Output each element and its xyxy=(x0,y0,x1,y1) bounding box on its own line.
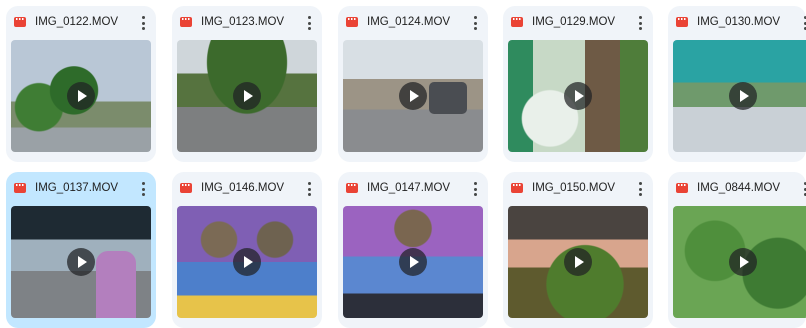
file-card[interactable]: IMG_0150.MOV xyxy=(503,172,653,328)
video-thumbnail[interactable] xyxy=(343,206,483,318)
video-file-icon xyxy=(676,17,688,27)
play-icon[interactable] xyxy=(399,82,427,110)
video-file-icon xyxy=(180,17,192,27)
file-name: IMG_0123.MOV xyxy=(201,16,285,28)
more-vert-icon[interactable] xyxy=(637,15,643,31)
file-card[interactable]: IMG_0129.MOV xyxy=(503,6,653,162)
more-vert-icon[interactable] xyxy=(472,181,478,197)
play-icon[interactable] xyxy=(67,82,95,110)
video-file-icon xyxy=(180,183,192,193)
more-vert-icon[interactable] xyxy=(140,15,146,31)
file-name: IMG_0129.MOV xyxy=(532,16,616,28)
more-vert-icon[interactable] xyxy=(802,15,806,31)
more-vert-icon[interactable] xyxy=(140,181,146,197)
video-thumbnail[interactable] xyxy=(11,40,151,152)
file-name: IMG_0844.MOV xyxy=(697,182,781,194)
file-card-header: IMG_0137.MOV xyxy=(6,172,156,206)
file-card-header: IMG_0123.MOV xyxy=(172,6,322,40)
video-thumbnail[interactable] xyxy=(673,40,806,152)
file-card[interactable]: IMG_0130.MOV xyxy=(668,6,806,162)
video-file-icon xyxy=(511,183,523,193)
more-vert-icon[interactable] xyxy=(637,181,643,197)
file-grid: IMG_0122.MOV IMG_0123.MOV IMG_0124.MOV I… xyxy=(0,0,806,328)
video-thumbnail[interactable] xyxy=(177,40,317,152)
file-card[interactable]: IMG_0146.MOV xyxy=(172,172,322,328)
play-icon[interactable] xyxy=(233,82,261,110)
file-name: IMG_0146.MOV xyxy=(201,182,285,194)
file-name: IMG_0124.MOV xyxy=(367,16,451,28)
file-name: IMG_0147.MOV xyxy=(367,182,451,194)
file-name: IMG_0122.MOV xyxy=(35,16,119,28)
more-vert-icon[interactable] xyxy=(306,181,312,197)
file-card-header: IMG_0124.MOV xyxy=(338,6,488,40)
play-icon[interactable] xyxy=(233,248,261,276)
file-card[interactable]: IMG_0147.MOV xyxy=(338,172,488,328)
file-card-header: IMG_0150.MOV xyxy=(503,172,653,206)
file-name: IMG_0150.MOV xyxy=(532,182,616,194)
video-file-icon xyxy=(14,183,26,193)
file-card[interactable]: IMG_0122.MOV xyxy=(6,6,156,162)
video-thumbnail[interactable] xyxy=(343,40,483,152)
play-icon[interactable] xyxy=(564,248,592,276)
file-card-header: IMG_0122.MOV xyxy=(6,6,156,40)
video-file-icon xyxy=(346,183,358,193)
video-file-icon xyxy=(676,183,688,193)
video-file-icon xyxy=(346,17,358,27)
file-card[interactable]: IMG_0124.MOV xyxy=(338,6,488,162)
play-icon[interactable] xyxy=(729,82,757,110)
file-card-header: IMG_0130.MOV xyxy=(668,6,806,40)
file-card[interactable]: IMG_0844.MOV xyxy=(668,172,806,328)
more-vert-icon[interactable] xyxy=(802,181,806,197)
file-name: IMG_0130.MOV xyxy=(697,16,781,28)
file-card-header: IMG_0146.MOV xyxy=(172,172,322,206)
more-vert-icon[interactable] xyxy=(306,15,312,31)
file-name: IMG_0137.MOV xyxy=(35,182,119,194)
video-thumbnail[interactable] xyxy=(177,206,317,318)
video-thumbnail[interactable] xyxy=(508,40,648,152)
play-icon[interactable] xyxy=(67,248,95,276)
video-file-icon xyxy=(511,17,523,27)
video-thumbnail[interactable] xyxy=(508,206,648,318)
file-card-header: IMG_0844.MOV xyxy=(668,172,806,206)
more-vert-icon[interactable] xyxy=(472,15,478,31)
file-card-header: IMG_0147.MOV xyxy=(338,172,488,206)
play-icon[interactable] xyxy=(729,248,757,276)
video-thumbnail[interactable] xyxy=(673,206,806,318)
video-thumbnail[interactable] xyxy=(11,206,151,318)
file-card-selected[interactable]: IMG_0137.MOV xyxy=(6,172,156,328)
file-card-header: IMG_0129.MOV xyxy=(503,6,653,40)
file-card[interactable]: IMG_0123.MOV xyxy=(172,6,322,162)
video-file-icon xyxy=(14,17,26,27)
play-icon[interactable] xyxy=(564,82,592,110)
play-icon[interactable] xyxy=(399,248,427,276)
